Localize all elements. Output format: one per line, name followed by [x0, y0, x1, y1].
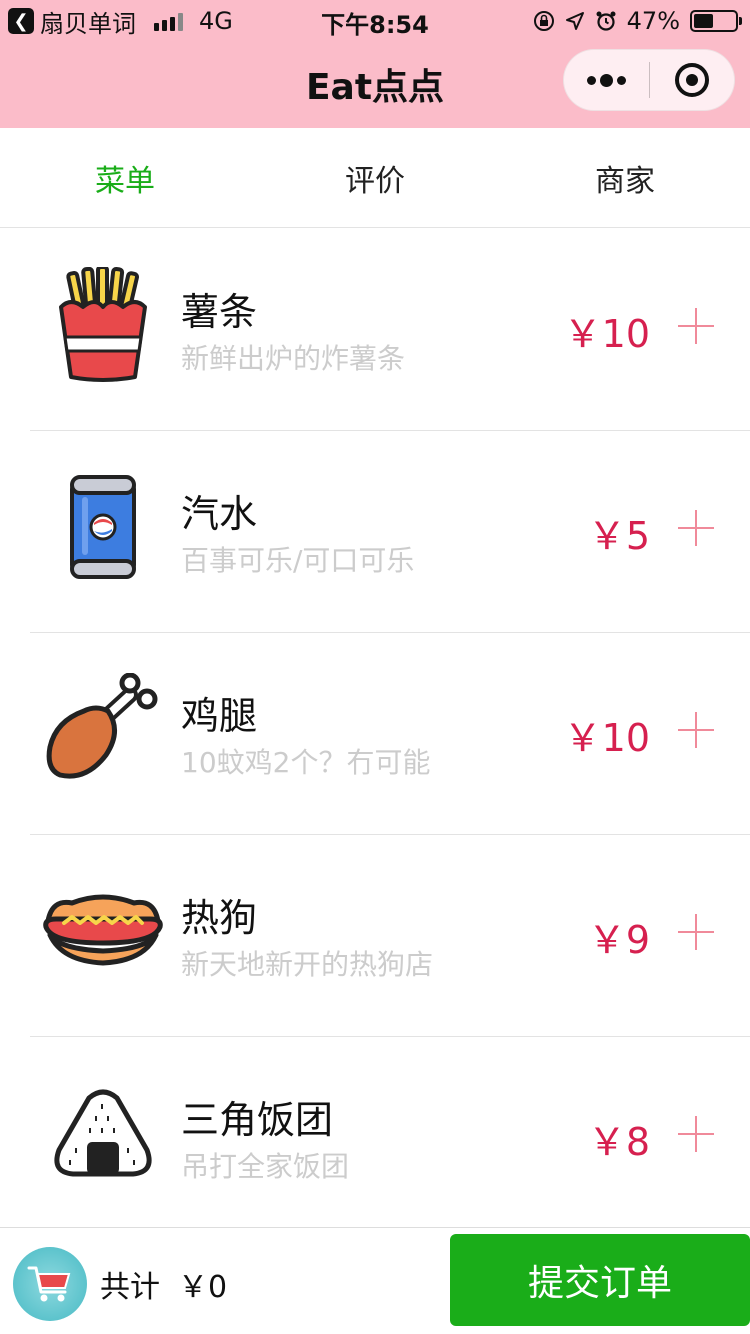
- tab-reviews[interactable]: 评价: [250, 128, 500, 227]
- item-desc: 百事可乐/可口可乐: [181, 544, 415, 577]
- target-icon: [674, 63, 709, 97]
- rotation-lock-icon: [533, 11, 554, 31]
- item-desc: 吊打全家饭团: [181, 1150, 350, 1183]
- fries-icon: [42, 264, 164, 386]
- add-to-cart-button[interactable]: [678, 308, 714, 344]
- add-to-cart-button[interactable]: [678, 1116, 714, 1152]
- item-name: 薯条: [181, 290, 258, 334]
- total-value: ￥0: [178, 1270, 228, 1305]
- item-desc: 新鲜出炉的炸薯条: [181, 342, 406, 375]
- menu-item-chicken-leg[interactable]: 鸡腿 10蚊鸡2个？冇可能 ￥10: [30, 633, 750, 835]
- menu-item-fries[interactable]: 薯条 新鲜出炉的炸薯条 ￥10: [30, 229, 750, 431]
- nav-bar: Eat点点: [0, 40, 750, 128]
- menu-item-onigiri[interactable]: 三角饭团 吊打全家饭团 ￥8: [30, 1037, 750, 1239]
- more-dots-icon: [586, 73, 626, 87]
- hotdog-icon: [42, 870, 164, 992]
- total-label: 共计: [100, 1270, 160, 1305]
- submit-order-button[interactable]: 提交订单: [450, 1234, 750, 1326]
- add-to-cart-button[interactable]: [678, 510, 714, 546]
- item-name: 热狗: [181, 896, 258, 940]
- item-price: ￥10: [563, 716, 650, 760]
- chicken-leg-icon: [42, 668, 164, 790]
- alarm-icon: [596, 11, 616, 31]
- cart-bar: 共计 ￥0 提交订单: [0, 1227, 750, 1334]
- mini-program-capsule: [563, 49, 735, 111]
- add-to-cart-button[interactable]: [678, 712, 714, 748]
- add-to-cart-button[interactable]: [678, 914, 714, 950]
- more-button[interactable]: [564, 49, 649, 111]
- item-price: ￥9: [587, 918, 650, 962]
- tab-menu[interactable]: 菜单: [0, 128, 250, 227]
- menu-list: 薯条 新鲜出炉的炸薯条 ￥10 汽水 百事可乐/可口可乐 ￥5 鸡腿 10蚊鸡2…: [0, 229, 750, 1239]
- soda-can-icon: [42, 466, 164, 588]
- tab-merchant[interactable]: 商家: [500, 128, 750, 227]
- item-name: 汽水: [181, 492, 258, 536]
- item-price: ￥5: [587, 514, 650, 558]
- onigiri-icon: [42, 1072, 164, 1194]
- location-icon: [565, 12, 584, 30]
- tab-bar: 菜单 评价 商家: [0, 128, 750, 228]
- battery-percent: 47%: [626, 7, 680, 35]
- battery-fill: [694, 14, 713, 28]
- item-name: 三角饭团: [181, 1098, 334, 1142]
- item-name: 鸡腿: [181, 694, 258, 738]
- close-mini-program-button[interactable]: [650, 49, 735, 111]
- item-desc: 新天地新开的热狗店: [181, 948, 434, 981]
- battery-icon: [690, 10, 742, 32]
- menu-item-soda[interactable]: 汽水 百事可乐/可口可乐 ￥5: [30, 431, 750, 633]
- item-desc: 10蚊鸡2个？冇可能: [181, 746, 431, 779]
- item-price: ￥10: [563, 312, 650, 356]
- shopping-cart-icon[interactable]: [13, 1247, 87, 1321]
- status-bar: ❮ 扇贝单词 4G 下午8:54 47%: [0, 0, 750, 40]
- item-price: ￥8: [587, 1120, 650, 1164]
- menu-item-hotdog[interactable]: 热狗 新天地新开的热狗店 ￥9: [30, 835, 750, 1037]
